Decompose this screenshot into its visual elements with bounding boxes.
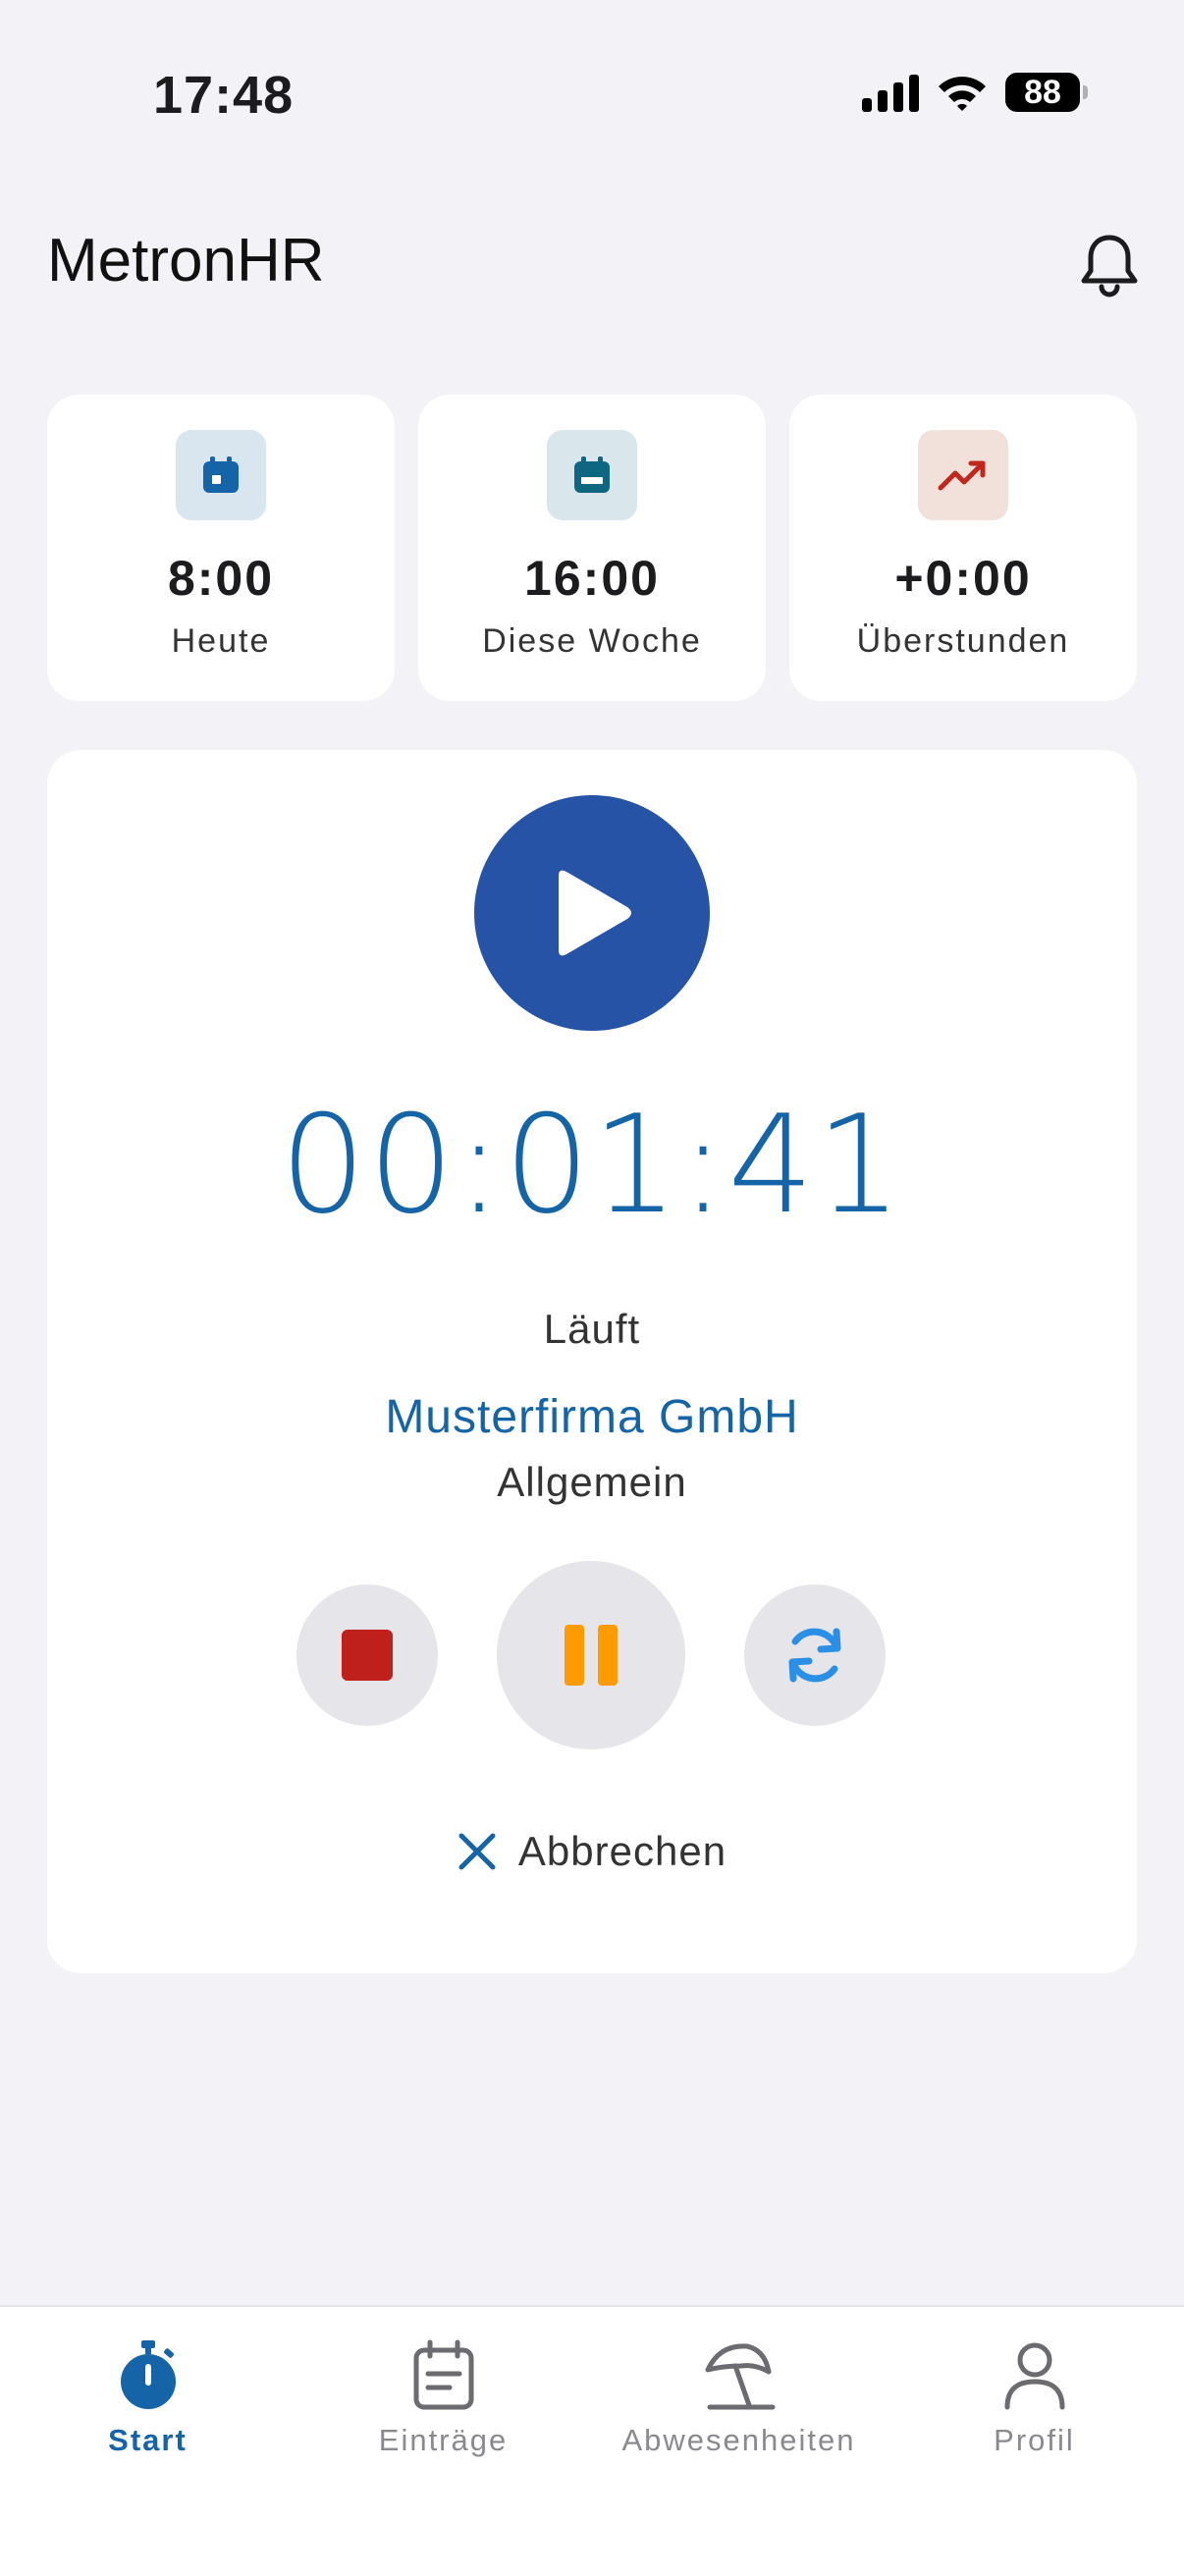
tab-bar: Start Einträge Abwesenheiten Profil <box>0 2305 1184 2576</box>
tab-label: Abwesenheiten <box>621 2423 856 2457</box>
stat-label: Heute <box>171 622 271 660</box>
app-title: MetronHR <box>47 227 325 295</box>
pause-icon <box>565 1625 618 1686</box>
timer-status: Läuft <box>543 1306 641 1352</box>
stat-card-week: 16:00 Diese Woche <box>418 395 766 701</box>
timer-company[interactable]: Musterfirma GmbH <box>47 1390 1137 1444</box>
stat-card-today: 8:00 Heute <box>47 395 395 701</box>
trending-up-icon <box>918 430 1008 520</box>
battery-level: 88 <box>1024 73 1061 111</box>
tab-profile[interactable]: Profil <box>887 2307 1182 2576</box>
stop-icon <box>342 1630 393 1681</box>
status-icons: 88 <box>862 73 1088 112</box>
tab-label: Start <box>108 2423 188 2457</box>
play-icon <box>559 870 631 956</box>
calendar-icon <box>176 430 266 520</box>
stat-value: 8:00 <box>167 551 275 606</box>
stat-value: 16:00 <box>524 551 660 606</box>
timer-project[interactable]: Allgemein <box>47 1459 1137 1506</box>
refresh-icon <box>788 1628 841 1683</box>
close-icon <box>458 1833 496 1870</box>
status-time: 17:48 <box>153 66 295 125</box>
calendar-week-icon <box>547 430 637 520</box>
tab-label: Einträge <box>378 2423 509 2457</box>
status-bar: 17:48 88 <box>0 0 1184 187</box>
stat-value: +0:00 <box>894 551 1032 606</box>
stopwatch-icon <box>120 2340 176 2409</box>
beach-umbrella-icon <box>705 2343 775 2410</box>
play-button[interactable] <box>474 795 710 1031</box>
reset-button[interactable] <box>744 1584 886 1726</box>
signal-icon <box>862 73 919 112</box>
pause-button[interactable] <box>497 1561 685 1749</box>
person-icon <box>1004 2342 1064 2410</box>
timer-card: 00:01:41 Läuft Musterfirma GmbH Allgemei… <box>47 750 1137 1973</box>
wifi-icon <box>939 77 986 111</box>
stats-row: 8:00 Heute 16:00 Diese Woche +0:00 Übers… <box>47 395 1137 701</box>
stop-button[interactable] <box>296 1584 438 1726</box>
stat-label: Überstunden <box>856 622 1070 660</box>
tab-entries[interactable]: Einträge <box>296 2307 591 2576</box>
cancel-label: Abbrechen <box>517 1828 727 1874</box>
calendar-list-icon <box>413 2339 473 2410</box>
cancel-button[interactable]: Abbrechen <box>47 1828 1137 1875</box>
bell-icon[interactable] <box>1078 232 1141 298</box>
battery-icon: 88 <box>1005 73 1088 112</box>
timer-display: 00:01:41 <box>280 1086 904 1244</box>
stat-label: Diese Woche <box>482 622 702 660</box>
stat-card-overtime: +0:00 Überstunden <box>789 395 1137 701</box>
tab-absences[interactable]: Abwesenheiten <box>591 2307 887 2576</box>
tab-label: Profil <box>994 2423 1075 2457</box>
tab-start[interactable]: Start <box>0 2307 296 2576</box>
